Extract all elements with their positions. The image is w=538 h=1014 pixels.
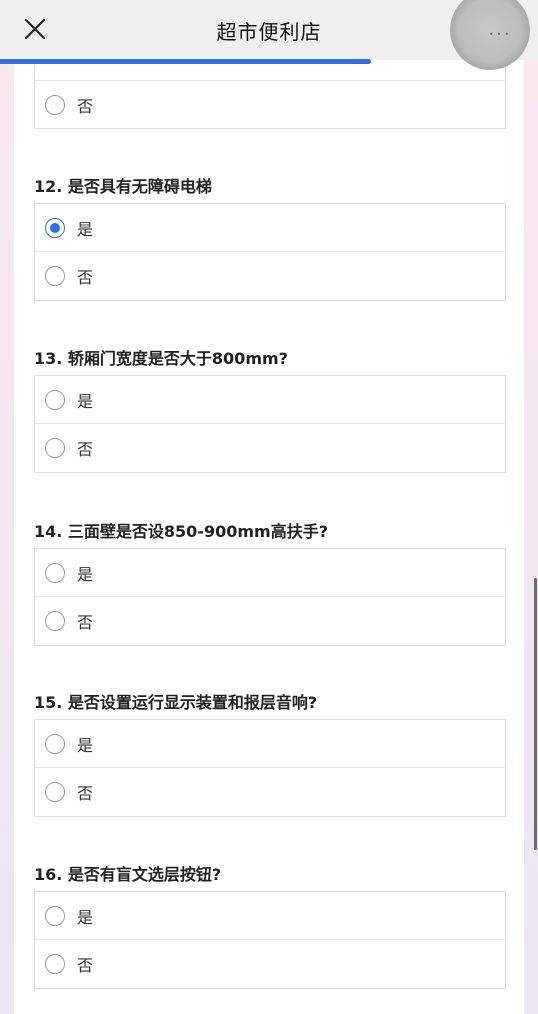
radio-icon[interactable] [45,95,65,115]
option-q16-no[interactable]: 否 [35,940,505,988]
more-button[interactable]: ··· [450,0,530,70]
option-group-q11: 否 [34,56,506,129]
top-bar: 超市便利店 ··· [0,0,538,70]
option-q12-yes[interactable]: 是 [35,204,505,252]
radio-icon[interactable] [45,266,65,286]
question-title-16: 16. 是否有盲文选层按钮? [34,865,222,884]
option-label: 否 [77,784,94,803]
option-label: 是 [77,564,94,584]
option-q15-yes[interactable]: 是 [35,720,505,768]
option-label: 是 [77,735,94,755]
radio-icon[interactable] [45,611,65,631]
radio-checked-icon[interactable] [45,217,65,238]
option-group-q15: 是 否 [34,719,506,817]
option-label: 否 [77,613,94,632]
option-q11-no[interactable]: 否 [35,81,505,129]
scrollbar[interactable] [534,578,537,850]
radio-icon[interactable] [45,389,65,410]
option-label: 否 [77,956,94,975]
radio-icon[interactable] [45,905,65,926]
option-q14-no[interactable]: 否 [35,597,505,645]
radio-icon[interactable] [45,733,65,754]
question-title-13: 13. 轿厢门宽度是否大于800mm? [34,349,288,368]
option-label: 否 [77,440,94,459]
option-group-q16: 是 否 [34,891,506,989]
option-group-q14: 是 否 [34,548,506,646]
option-group-q12: 是 否 [34,203,506,301]
option-q13-yes[interactable]: 是 [35,376,505,424]
option-label: 是 [77,391,94,411]
question-title-15: 15. 是否设置运行显示装置和报层音响? [34,693,318,712]
radio-icon[interactable] [45,954,65,974]
option-q13-no[interactable]: 否 [35,424,505,472]
option-label: 否 [77,97,94,116]
progress-bar [0,59,372,64]
close-icon[interactable] [20,14,50,44]
radio-icon[interactable] [45,562,65,583]
question-title-12: 12. 是否具有无障碍电梯 [34,177,212,196]
option-label: 是 [77,219,94,239]
option-q14-yes[interactable]: 是 [35,549,505,597]
option-q12-no[interactable]: 否 [35,252,505,300]
more-dots-icon: ··· [488,23,512,45]
question-title-14: 14. 三面壁是否设850-900mm高扶手? [34,522,328,541]
radio-icon[interactable] [45,438,65,458]
option-q16-yes[interactable]: 是 [35,892,505,940]
radio-icon[interactable] [45,782,65,802]
option-label: 否 [77,268,94,287]
page-title: 超市便利店 [216,19,322,44]
option-group-q13: 是 否 [34,375,506,473]
option-q15-no[interactable]: 否 [35,768,505,816]
option-label: 是 [77,907,94,927]
